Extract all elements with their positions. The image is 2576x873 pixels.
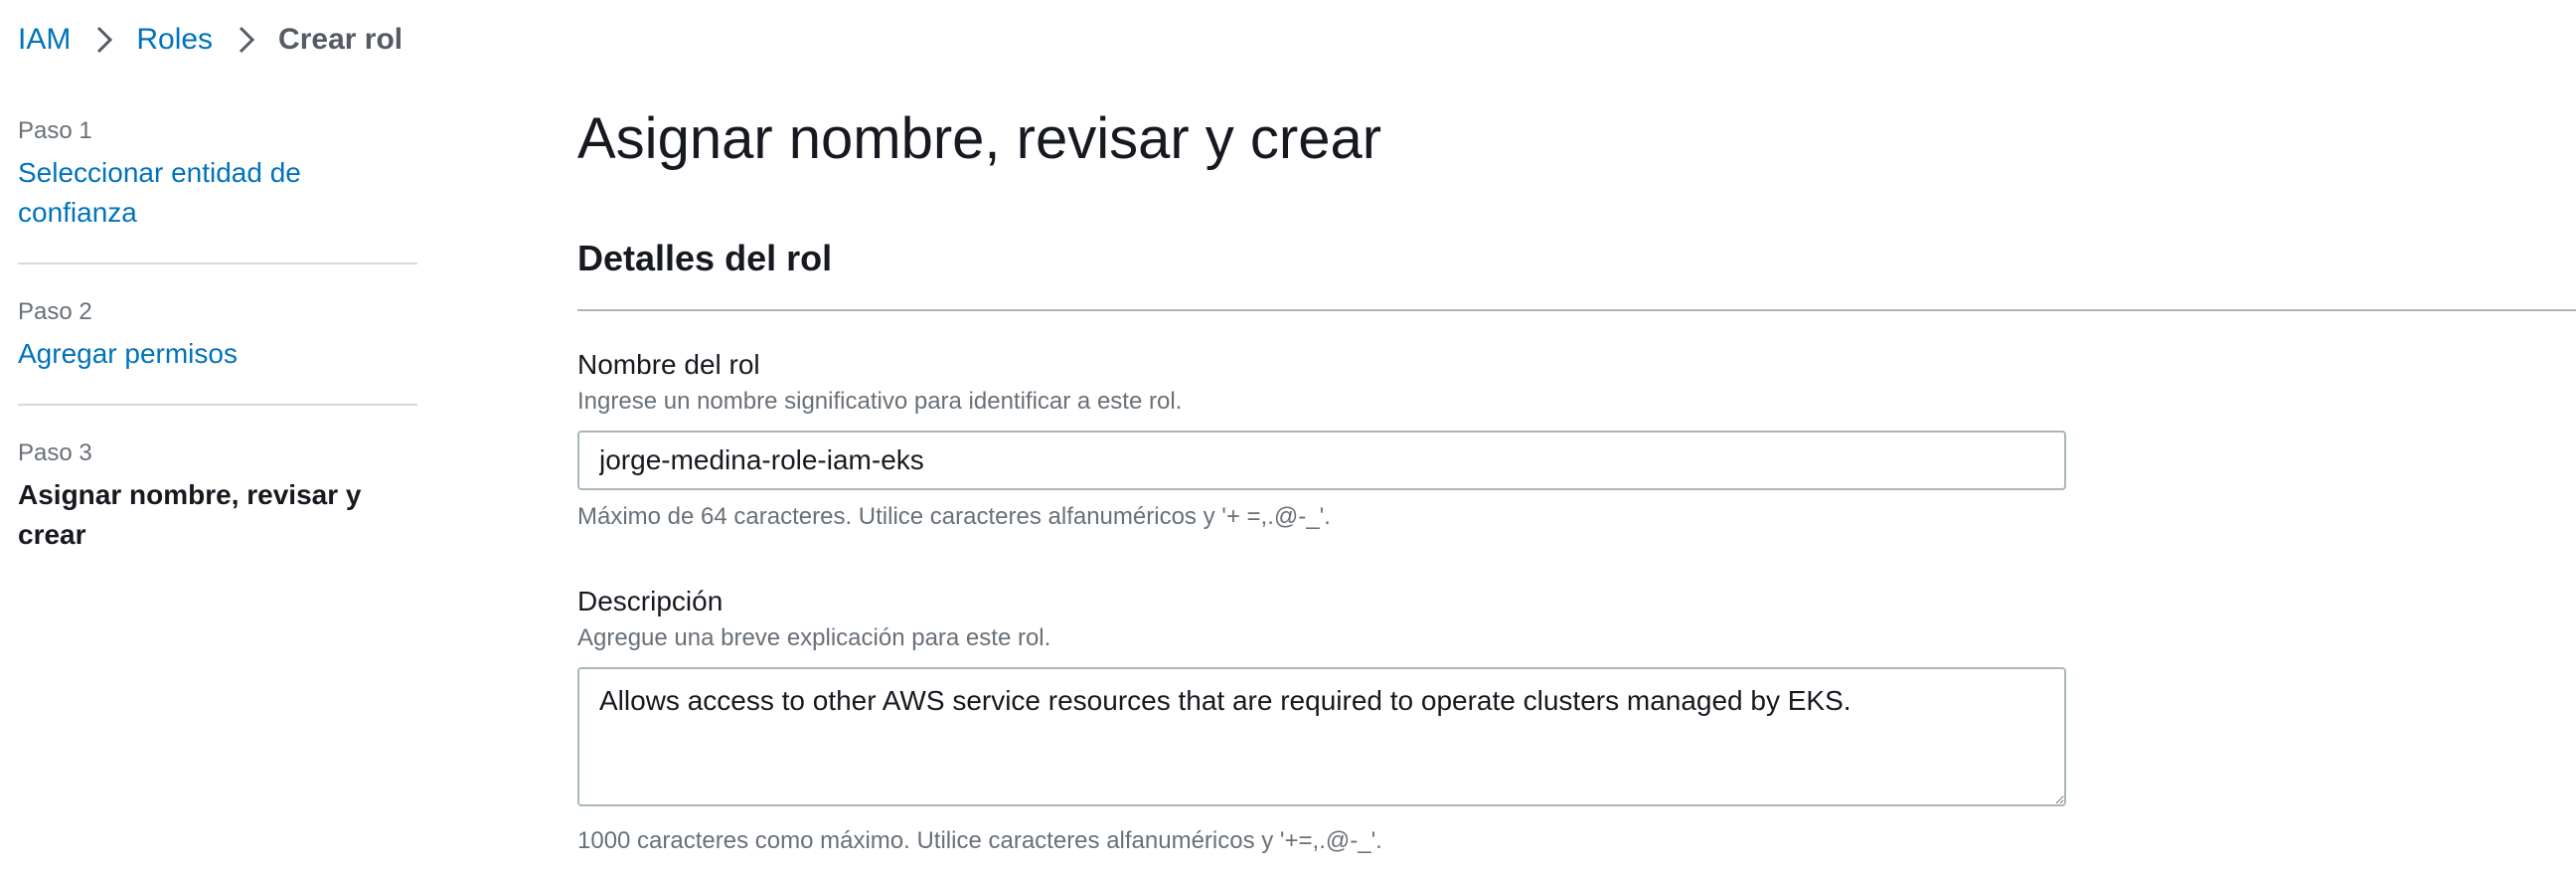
step-3: Paso 3 Asignar nombre, revisar y crear xyxy=(18,404,417,585)
role-name-input[interactable] xyxy=(577,431,2066,490)
step-1: Paso 1 Seleccionar entidad de confianza xyxy=(18,113,417,262)
role-name-hint: Máximo de 64 caracteres. Utilice caracte… xyxy=(577,503,1331,530)
role-name-label: Nombre del rol xyxy=(577,349,760,380)
chevron-right-icon xyxy=(90,18,118,62)
page-title: Asignar nombre, revisar y crear xyxy=(577,106,1382,171)
step-number: Paso 3 xyxy=(18,439,92,466)
step-number: Paso 2 xyxy=(18,298,92,325)
step-2-link[interactable]: Agregar permisos xyxy=(18,334,417,374)
breadcrumb-current: Crear rol xyxy=(278,23,403,56)
wizard-steps: Paso 1 Seleccionar entidad de confianza … xyxy=(18,113,417,585)
step-2: Paso 2 Agregar permisos xyxy=(18,262,417,404)
description-field: Descripción Agregue una breve explicació… xyxy=(577,582,2576,858)
step-1-link[interactable]: Seleccionar entidad de confianza xyxy=(18,153,417,233)
description-textarea[interactable]: Allows access to other AWS service resou… xyxy=(577,667,2066,806)
role-name-description: Ingrese un nombre significativo para ide… xyxy=(577,388,1183,415)
chevron-right-icon xyxy=(233,18,260,62)
description-label: Descripción xyxy=(577,586,724,616)
breadcrumb-iam-link[interactable]: IAM xyxy=(18,18,71,62)
breadcrumb: IAM Roles Crear rol xyxy=(18,18,402,62)
breadcrumb-roles-link[interactable]: Roles xyxy=(136,18,213,62)
step-3-current: Asignar nombre, revisar y crear xyxy=(18,479,362,550)
description-hint: 1000 caracteres como máximo. Utilice car… xyxy=(577,827,1382,854)
step-number: Paso 1 xyxy=(18,117,92,144)
section-title: Detalles del rol xyxy=(577,234,2576,311)
main-content: Asignar nombre, revisar y crear Detalles… xyxy=(577,99,2576,858)
role-name-field: Nombre del rol Ingrese un nombre signifi… xyxy=(577,345,2576,534)
description-description: Agregue una breve explicación para este … xyxy=(577,624,1051,651)
